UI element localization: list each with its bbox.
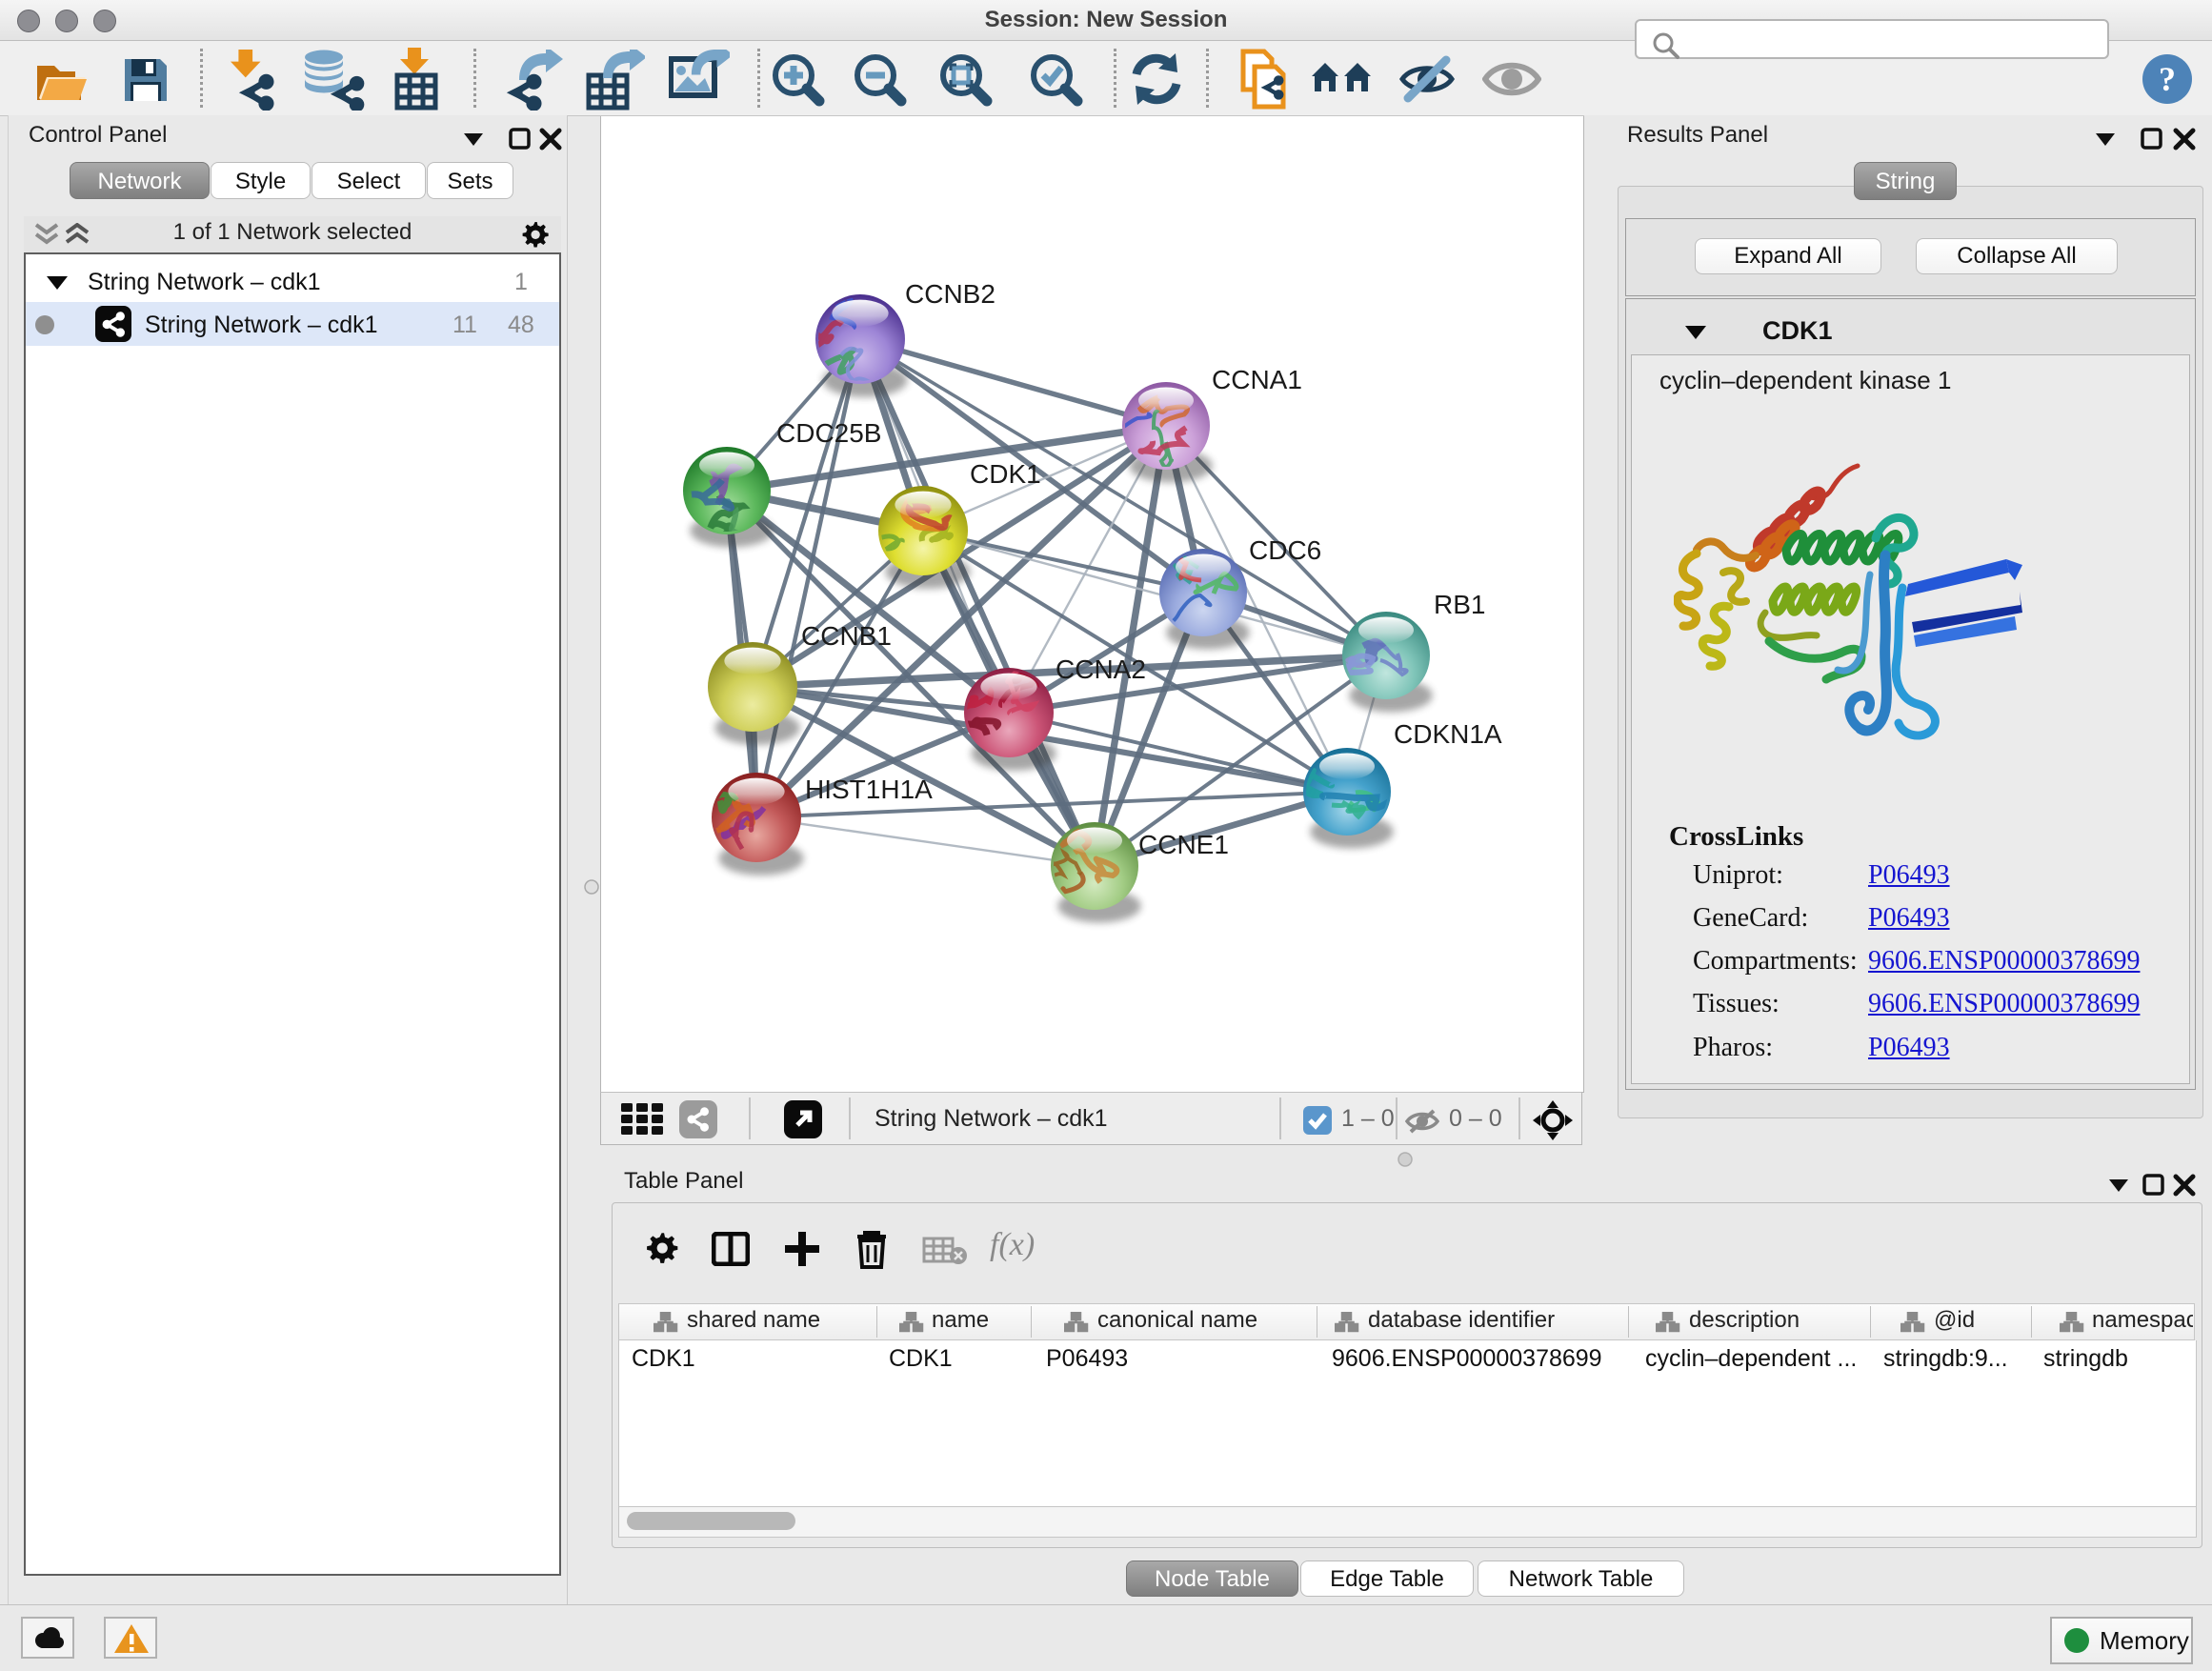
svg-text:CDC25B: CDC25B: [776, 418, 881, 448]
svg-text:CCNA1: CCNA1: [1212, 365, 1302, 394]
svg-text:RB1: RB1: [1434, 590, 1485, 619]
svg-text:CDC6: CDC6: [1249, 535, 1321, 565]
svg-text:CCNA2: CCNA2: [1056, 654, 1146, 684]
svg-text:CCNB1: CCNB1: [801, 621, 892, 651]
svg-text:CCNE1: CCNE1: [1138, 830, 1229, 859]
svg-text:CDK1: CDK1: [970, 459, 1041, 489]
svg-text:CDKN1A: CDKN1A: [1394, 719, 1502, 749]
svg-text:?: ?: [2159, 60, 2176, 98]
svg-text:HIST1H1A: HIST1H1A: [805, 775, 933, 804]
svg-text:CCNB2: CCNB2: [905, 279, 995, 309]
